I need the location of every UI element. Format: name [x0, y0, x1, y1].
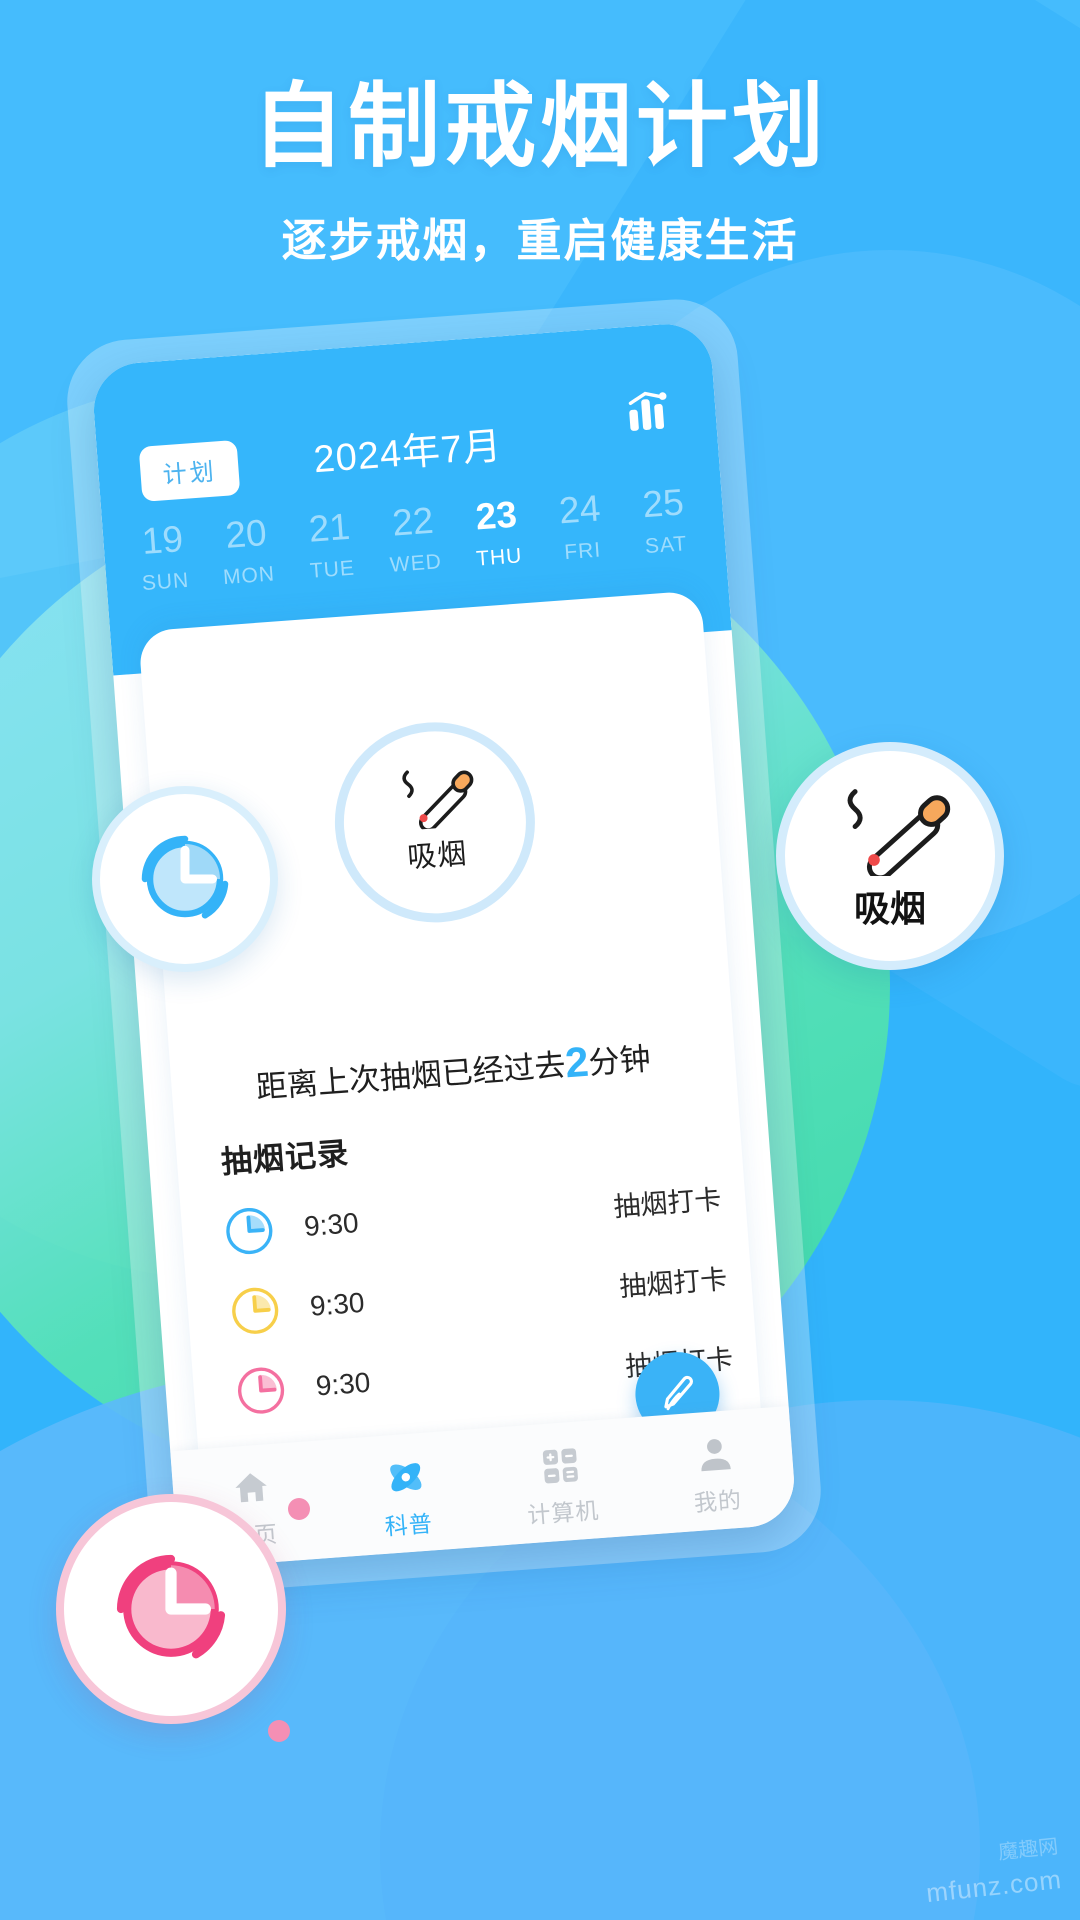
- callout-dot: [288, 1498, 310, 1520]
- week-strip[interactable]: 19 SUN 20 MON 21 TUE 22 WED 23 THU 24 FR…: [120, 480, 708, 597]
- clock-icon: [116, 1554, 226, 1659]
- record-time: 9:30: [314, 1366, 372, 1402]
- callout-smoke-label: 吸烟: [853, 888, 926, 929]
- cigarette-icon: [402, 770, 474, 832]
- day-number: 25: [641, 481, 686, 526]
- cigarette-icon: [847, 789, 951, 876]
- day-name: THU: [475, 543, 524, 571]
- elapsed-value: 2: [563, 1037, 591, 1087]
- nav-item-calculator[interactable]: 计算机: [481, 1439, 642, 1533]
- atom-icon: [389, 1462, 421, 1491]
- promo-poster: 自制戒烟计划 逐步戒烟，重启健康生活 计划 2024年7月 19 SUN 20 …: [0, 0, 1080, 1920]
- record-time: 9:30: [303, 1207, 360, 1242]
- nav-label: 科普: [383, 1509, 434, 1540]
- elapsed-since-last-smoke: 距离上次抽烟已经过去2分钟: [170, 1027, 736, 1116]
- day-number: 20: [223, 511, 268, 556]
- record-note: 抽烟打卡: [618, 1263, 729, 1302]
- day-number: 21: [307, 505, 352, 550]
- record-section-title: 抽烟记录: [219, 1135, 351, 1180]
- edit-pen-icon: [664, 1375, 693, 1411]
- promo-subheadline: 逐步戒烟，重启健康生活: [281, 215, 799, 266]
- elapsed-prefix: 距离上次抽烟已经过去: [254, 1047, 567, 1106]
- callout-smoke-button: 吸烟: [776, 742, 1004, 970]
- callout-clock-pink: [56, 1494, 286, 1724]
- day-name: TUE: [309, 556, 356, 583]
- day-number: 22: [390, 499, 435, 544]
- day-cell[interactable]: 24 FRI: [537, 486, 624, 566]
- day-cell[interactable]: 20 MON: [204, 510, 291, 590]
- record-time: 9:30: [308, 1286, 366, 1322]
- day-cell-selected[interactable]: 23 THU: [454, 492, 541, 572]
- nav-item-mine[interactable]: 我的: [636, 1427, 797, 1521]
- main-card: 吸烟 距离上次抽烟已经过去2分钟 抽烟记录 9:30 抽烟打卡 9:30 抽烟打…: [138, 590, 766, 1510]
- day-name: SAT: [644, 531, 689, 558]
- day-cell[interactable]: 21 TUE: [287, 504, 374, 584]
- clock-icon: [141, 835, 229, 919]
- day-cell[interactable]: 19 SUN: [120, 517, 207, 597]
- elapsed-suffix: 分钟: [587, 1041, 652, 1081]
- day-number: 23: [474, 493, 519, 538]
- clock-icon: [226, 1207, 273, 1255]
- day-number: 24: [557, 487, 602, 532]
- day-name: MON: [222, 561, 276, 589]
- nav-label: 我的: [692, 1486, 743, 1516]
- day-name: SUN: [141, 568, 191, 595]
- bar-chart-icon[interactable]: [624, 386, 673, 435]
- day-name: FRI: [563, 538, 602, 564]
- callout-clock-blue: [92, 786, 278, 972]
- home-icon: [234, 1472, 267, 1502]
- record-note: 抽烟打卡: [612, 1183, 723, 1222]
- clock-icon: [238, 1367, 285, 1414]
- smoke-action-button[interactable]: 吸烟: [327, 715, 542, 930]
- person-icon: [700, 1438, 731, 1471]
- nav-item-science[interactable]: 科普: [326, 1449, 487, 1545]
- callout-dot: [268, 1720, 290, 1742]
- clock-icon: [232, 1287, 279, 1334]
- nav-label: 计算机: [526, 1496, 601, 1528]
- day-number: 19: [140, 518, 185, 562]
- smoke-button-label: 吸烟: [406, 838, 469, 875]
- day-name: WED: [389, 549, 443, 577]
- day-cell[interactable]: 25 SAT: [621, 480, 708, 560]
- promo-headline: 自制戒烟计划: [251, 76, 828, 178]
- day-cell[interactable]: 22 WED: [370, 498, 457, 578]
- calculator-icon: [542, 1447, 578, 1483]
